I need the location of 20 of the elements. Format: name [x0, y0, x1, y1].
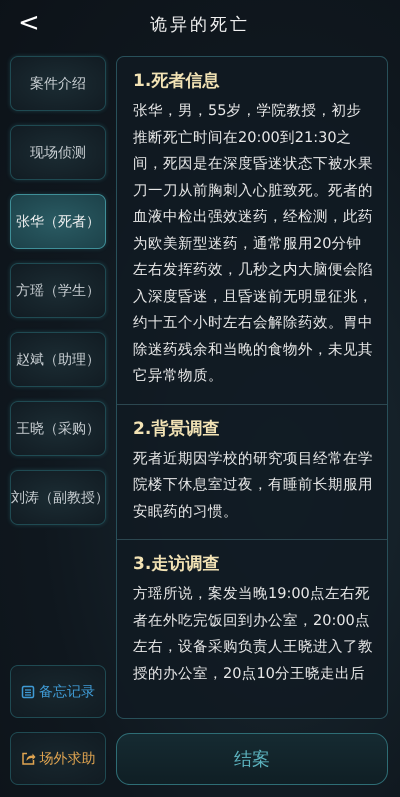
sidebar-tab[interactable]: 方瑶（学生）	[10, 263, 106, 318]
section-text: 张华，男，55岁，学院教授，初步推断死亡时间在20:00到21:30之间，死因是在深度昏迷状态下被水果刀一刀从前胸刺入心脏致死。死者的血液中检出强效迷药，经检测，此药为欧美新型迷药，通常服用20分钟左右发挥药效，几秒之内大脑便会陷入深度昏迷，且昏迷前无明显征兆，约十五个小时左右会解除药效。胃中除迷药残余和当晚的食物外，未见其它异常物质。	[133, 102, 373, 386]
notebook-icon	[21, 684, 35, 698]
page-title: 诡异的死亡	[150, 14, 250, 36]
section-text: 死者近期因学校的研究项目经常在学院楼下休息室过夜，有睡前长期服用安眠药的习惯。	[133, 450, 373, 522]
sidebar-tab[interactable]: 刘涛（副教授）	[10, 470, 106, 525]
section-title: 1.死者信息	[133, 70, 220, 92]
section-title: 3.走访调查	[133, 553, 220, 575]
sidebar-tab[interactable]: 张华（死者）	[10, 194, 106, 249]
sidebar-tab[interactable]: 案件介绍	[10, 56, 106, 111]
back-button[interactable]: <	[12, 8, 46, 38]
sidebar-tab[interactable]: 现场侦测	[10, 125, 106, 180]
share-icon	[20, 751, 36, 766]
sidebar-tab[interactable]: 王晓（采购）	[10, 401, 106, 456]
help-button[interactable]: 场外求助	[10, 732, 106, 785]
section-title: 2.背景调查	[133, 418, 220, 440]
section-text: 方瑶所说，案发当晚19:00点左右死者在外吃完饭回到办公室，20:00点左右，设备采购负责人王晓进入了教授的办公室，20点10分王晓走出后	[133, 584, 373, 684]
sidebar-tab[interactable]: 赵斌（助理）	[10, 332, 106, 387]
close-case-button[interactable]: 结案	[116, 733, 388, 785]
memo-button[interactable]: 备忘记录	[10, 665, 106, 718]
